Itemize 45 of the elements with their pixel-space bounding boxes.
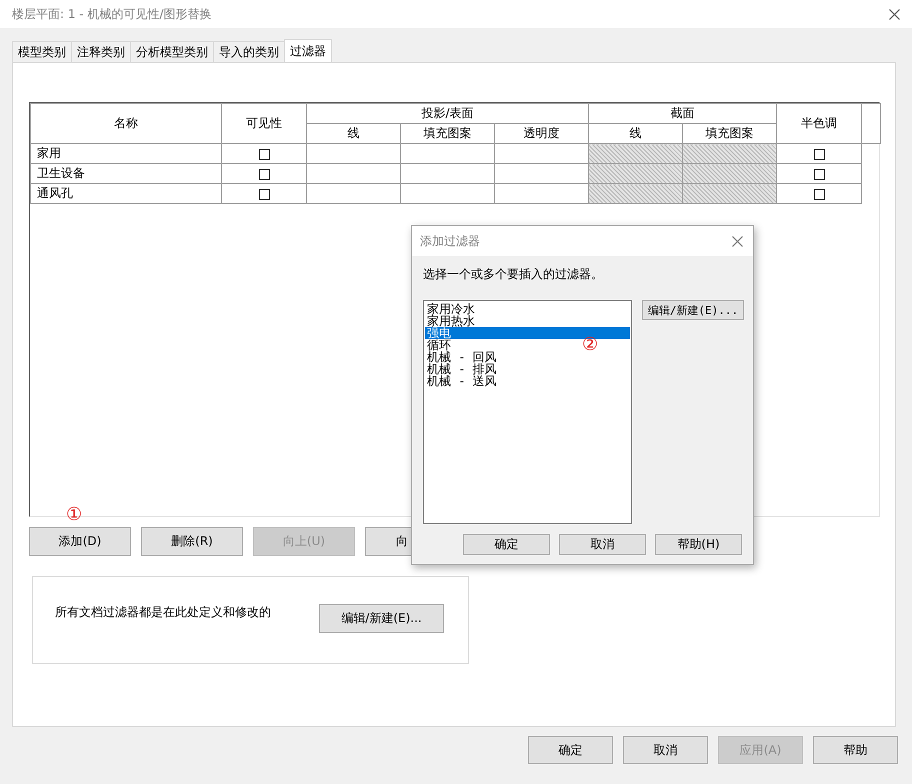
button[interactable]: 取消 <box>623 736 708 764</box>
checkbox[interactable] <box>814 188 825 200</box>
button[interactable]: 确定 <box>463 534 550 555</box>
button[interactable]: 添加(D) <box>29 527 131 556</box>
button[interactable]: 帮助(H) <box>655 534 742 555</box>
checkbox[interactable] <box>258 148 270 160</box>
table-cell: 卫生设备 <box>30 164 222 184</box>
checkbox[interactable] <box>814 168 825 180</box>
column-header: 投影/表面 <box>306 104 589 124</box>
column-header: 填充图案 <box>400 124 494 144</box>
close-icon[interactable] <box>889 8 900 20</box>
list-item[interactable]: 机械 - 排风 <box>425 363 497 375</box>
table-cell: 通风孔 <box>30 184 222 204</box>
column-header: 填充图案 <box>682 124 777 144</box>
tab[interactable]: 模型类别 <box>12 41 72 62</box>
list-item[interactable]: 家用冷水 <box>425 303 475 315</box>
button[interactable]: 帮助 <box>813 736 898 764</box>
column-header: 可见性 <box>222 104 306 144</box>
list-item[interactable]: 机械 - 回风 <box>425 351 497 363</box>
step-number: ② <box>582 336 598 354</box>
checkbox[interactable] <box>258 168 270 180</box>
window-title: 楼层平面: 1 - 机械的可见性/图形替换 <box>12 6 212 22</box>
close-icon[interactable] <box>732 236 743 246</box>
column-header: 透明度 <box>494 124 589 144</box>
column-header: 截面 <box>588 104 777 124</box>
column-header: 线 <box>306 124 400 144</box>
column-header: 线 <box>588 124 683 144</box>
edit-new-button[interactable]: 编辑/新建(E)... <box>642 300 744 320</box>
button[interactable]: 取消 <box>559 534 646 555</box>
dialog-title: 添加过滤器 <box>420 232 480 250</box>
table-cell: 家用 <box>30 144 222 164</box>
tab[interactable]: 过滤器 <box>284 39 332 62</box>
list-item[interactable]: 机械 - 送风 <box>425 375 497 387</box>
column-header: 名称 <box>30 104 222 144</box>
button[interactable]: 确定 <box>528 736 613 764</box>
list-item[interactable]: 循环 <box>425 339 451 351</box>
checkbox[interactable] <box>258 188 270 200</box>
column-header: 半色调 <box>776 104 862 144</box>
list-item[interactable]: 家用热水 <box>425 315 475 327</box>
button[interactable]: 删除(R) <box>141 527 243 556</box>
checkbox[interactable] <box>814 148 825 160</box>
step-number: ① <box>66 506 82 524</box>
group-description: 所有文档过滤器都是在此处定义和修改的 <box>55 604 271 621</box>
edit-new-button[interactable]: 编辑/新建(E)... <box>319 604 444 633</box>
dialog-prompt: 选择一个或多个要插入的过滤器。 <box>423 266 604 283</box>
